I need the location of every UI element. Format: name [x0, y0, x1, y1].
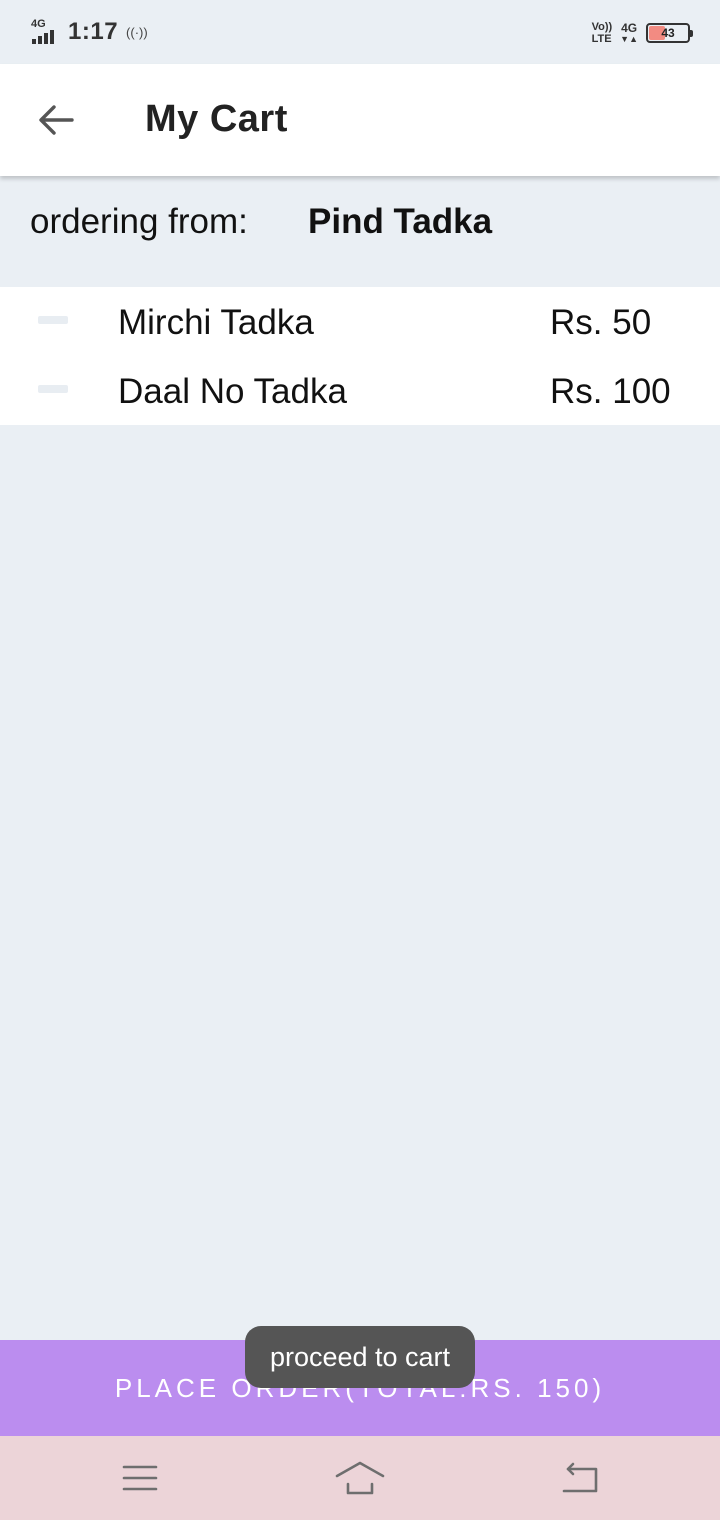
- back-icon: [562, 1462, 598, 1493]
- cart-item: Daal No Tadka Rs. 100: [0, 356, 720, 425]
- arrow-back-icon: [39, 105, 74, 135]
- mobile-data-icon: 4G ▼▲: [620, 22, 638, 44]
- cart-item: Mirchi Tadka Rs. 50: [0, 287, 720, 356]
- network-type-left: 4G: [31, 18, 46, 30]
- volte-top: Vo)): [591, 21, 613, 33]
- cart-item-price: Rs. 50: [550, 303, 652, 342]
- status-left: 4G 1:17 ((·)): [30, 16, 148, 48]
- ordering-from-label: ordering from:: [30, 202, 248, 241]
- network-type-right: 4G: [621, 21, 638, 35]
- navigation-bar: [0, 1436, 720, 1520]
- hotspot-icon: ((·)): [126, 24, 148, 40]
- cart-list: Mirchi Tadka Rs. 50 Daal No Tadka Rs. 10…: [0, 287, 720, 425]
- back-button[interactable]: [28, 94, 84, 146]
- cart-item-name: Daal No Tadka: [118, 372, 347, 411]
- cart-item-price: Rs. 100: [550, 372, 671, 411]
- remove-item-icon[interactable]: [38, 316, 68, 324]
- battery-level: 43: [661, 26, 675, 40]
- clock: 1:17: [68, 18, 119, 45]
- data-arrows: ▼▲: [620, 34, 638, 44]
- cart-item-name: Mirchi Tadka: [118, 303, 314, 342]
- app-bar: My Cart: [0, 64, 720, 176]
- signal-icon: 4G: [30, 18, 62, 46]
- page-title: My Cart: [145, 98, 288, 140]
- volte-bottom: LTE: [591, 33, 612, 45]
- toast-message: proceed to cart: [245, 1326, 475, 1388]
- remove-item-icon[interactable]: [38, 385, 68, 393]
- home-icon: [335, 1461, 385, 1495]
- recent-apps-button[interactable]: [112, 1454, 168, 1502]
- ordering-from-row: ordering from: Pind Tadka: [0, 176, 720, 286]
- system-back-button[interactable]: [552, 1454, 608, 1502]
- home-button[interactable]: [332, 1454, 388, 1502]
- battery-icon: 43: [646, 23, 693, 43]
- restaurant-name: Pind Tadka: [308, 202, 493, 241]
- volte-icon: Vo)) LTE: [592, 21, 613, 45]
- status-bar: 4G 1:17 ((·)) Vo)) LTE 4G ▼▲ 43: [0, 0, 720, 64]
- menu-icon: [122, 1465, 158, 1491]
- status-right: Vo)) LTE 4G ▼▲ 43: [592, 18, 693, 48]
